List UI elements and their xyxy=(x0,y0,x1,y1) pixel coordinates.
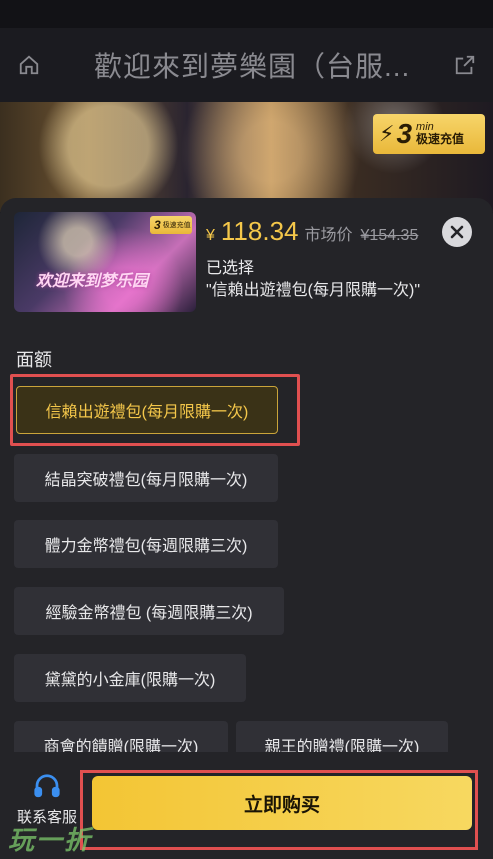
buy-now-label: 立即购买 xyxy=(243,794,320,816)
lightning-icon: ⚡ xyxy=(379,121,395,146)
close-icon xyxy=(450,225,464,239)
market-price: ¥154.35 xyxy=(360,227,419,244)
badge-number: 3 xyxy=(396,118,413,149)
option-stamina-gold-pack[interactable]: 體力金幣禮包(每週限購三次) xyxy=(14,520,278,568)
option-crystal-breakthrough-pack[interactable]: 結晶突破禮包(每月限購一次) xyxy=(14,454,278,502)
option-label: 結晶突破禮包(每月限購一次) xyxy=(44,472,248,489)
customer-service-button[interactable]: 联系客服 xyxy=(12,772,82,827)
price-row: ¥ 118.34 市场价 ¥154.35 xyxy=(206,216,418,247)
current-price: 118.34 xyxy=(220,216,299,246)
selected-label: 已选择 xyxy=(206,260,255,277)
denomination-label: 面额 xyxy=(16,350,52,370)
share-button[interactable] xyxy=(437,28,493,102)
headset-icon xyxy=(34,774,60,798)
home-icon xyxy=(19,55,39,75)
thumbnail-badge-text: 极速充值 xyxy=(162,221,191,229)
page-title: 歡迎來到夢樂園（台服... xyxy=(94,51,411,82)
market-price-label: 市场价 xyxy=(304,227,353,244)
selected-value: "信賴出遊禮包(每月限購一次)" xyxy=(206,282,421,299)
share-icon xyxy=(455,55,475,75)
status-bar xyxy=(0,0,493,28)
option-exp-gold-pack[interactable]: 經驗金幣禮包 (每週限購三次) xyxy=(14,587,284,635)
buy-now-button[interactable]: 立即购买 xyxy=(92,776,472,830)
close-button[interactable] xyxy=(442,217,472,247)
option-daidai-vault[interactable]: 黛黛的小金庫(限購一次) xyxy=(14,654,246,702)
fast-recharge-badge: ⚡ 3 min 极速充值 xyxy=(373,114,485,154)
option-label: 信賴出遊禮包(每月限購一次) xyxy=(45,404,249,421)
thumbnail-logo: 欢迎来到梦乐园 xyxy=(36,273,149,290)
option-label: 體力金幣禮包(每週限購三次) xyxy=(44,538,248,555)
currency-symbol: ¥ xyxy=(206,227,215,244)
option-label: 經驗金幣禮包 (每週限購三次) xyxy=(45,605,253,622)
game-banner: ⚡ 3 min 极速充值 xyxy=(0,102,493,212)
option-trust-outing-pack[interactable]: 信賴出遊禮包(每月限購一次) xyxy=(16,386,278,434)
thumbnail-badge-number: 3 xyxy=(154,218,161,232)
home-button[interactable] xyxy=(4,28,54,102)
watermark-logo: 玩一折 xyxy=(8,825,93,855)
thumbnail-fast-badge: 3 极速充值 xyxy=(150,216,192,234)
option-label: 黛黛的小金庫(限購一次) xyxy=(44,672,216,689)
product-thumbnail: 欢迎来到梦乐园 3 极速充值 xyxy=(14,212,196,312)
top-nav-bar: 歡迎來到夢樂園（台服... xyxy=(0,28,493,102)
badge-text: 极速充值 xyxy=(416,132,465,147)
